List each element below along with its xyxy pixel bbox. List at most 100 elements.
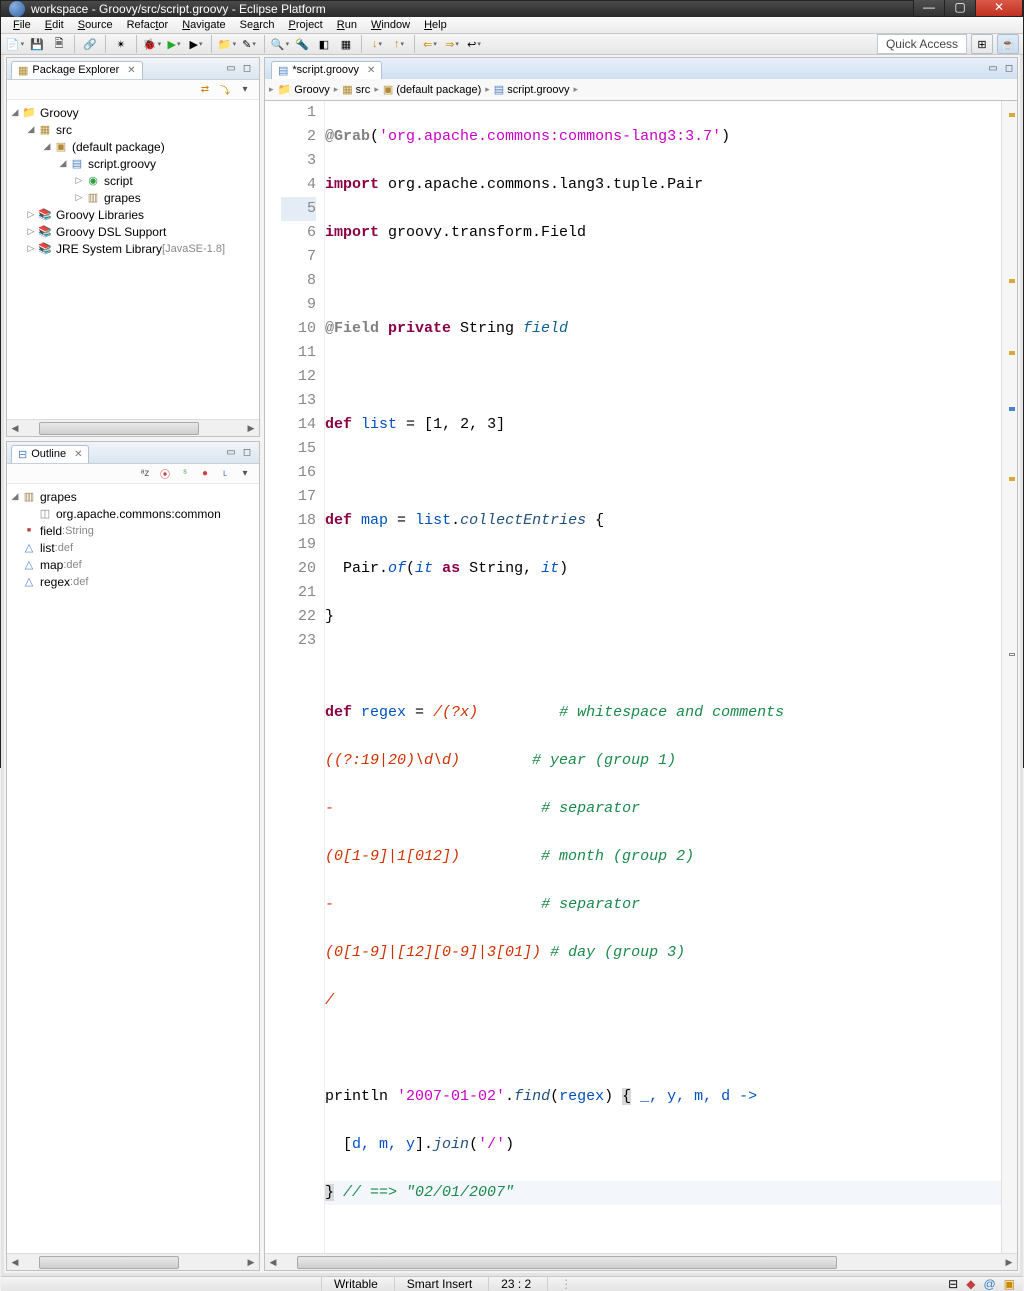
next-annotation-button[interactable]: ↓ bbox=[367, 34, 387, 54]
new-package-button[interactable]: 📁 bbox=[217, 34, 237, 54]
new-class-button[interactable]: ✎ bbox=[239, 34, 259, 54]
run-button[interactable]: ▶ bbox=[164, 34, 184, 54]
hide-fields-button[interactable]: ⦿ bbox=[157, 466, 173, 482]
maximize-view-button[interactable]: ◻ bbox=[239, 61, 255, 77]
variable-icon: △ bbox=[21, 558, 37, 572]
sort-button[interactable]: ᵃz bbox=[137, 466, 153, 482]
editor-horizontal-scrollbar[interactable]: ◀▶ bbox=[265, 1253, 1017, 1270]
tree-grapes[interactable]: grapes bbox=[104, 191, 141, 205]
library-icon: 📚 bbox=[37, 242, 53, 256]
breadcrumb-bar[interactable]: ▸ 📁Groovy ▸ ▦src ▸ ▣(default package) ▸ … bbox=[264, 79, 1018, 101]
java-perspective-button[interactable]: ☕ bbox=[997, 34, 1019, 54]
bc-file[interactable]: ▤script.groovy bbox=[492, 83, 572, 96]
link-editor-button[interactable]: ⤵ bbox=[217, 82, 233, 98]
package-explorer-tree[interactable]: ◢📁Groovy ◢▦src ◢▣(default package) ◢▤scr… bbox=[7, 100, 259, 419]
search-button[interactable]: 🔦 bbox=[292, 34, 312, 54]
horizontal-scrollbar[interactable]: ◀▶ bbox=[7, 419, 259, 436]
menu-file[interactable]: File bbox=[7, 17, 37, 33]
collapse-all-button[interactable]: ⇄ bbox=[197, 82, 213, 98]
menu-help[interactable]: Help bbox=[418, 17, 453, 33]
status-icon[interactable]: ⊟ bbox=[948, 1277, 958, 1291]
outline-grapes[interactable]: grapes bbox=[40, 490, 77, 504]
menu-edit[interactable]: Edit bbox=[39, 17, 70, 33]
menu-search[interactable]: Search bbox=[234, 17, 281, 33]
skip-breakpoints-button[interactable]: ✴ bbox=[111, 34, 131, 54]
open-type-button[interactable]: 🔍 bbox=[270, 34, 290, 54]
tree-groovy-libs[interactable]: Groovy Libraries bbox=[56, 208, 144, 222]
code-editor[interactable]: 1234 5678 9101112 13141516 17181920 2122… bbox=[265, 101, 1017, 1253]
outline-map-type: def bbox=[66, 559, 81, 571]
forward-button[interactable]: ⇒ bbox=[442, 34, 462, 54]
code-text[interactable]: @Grab('org.apache.commons:commons-lang3:… bbox=[325, 101, 1001, 1253]
tree-src[interactable]: src bbox=[56, 123, 72, 137]
status-insert-mode: Smart Insert bbox=[394, 1277, 488, 1291]
close-icon[interactable]: ✕ bbox=[74, 449, 82, 460]
overview-ruler[interactable] bbox=[1001, 101, 1017, 1253]
save-all-button[interactable]: 🗎 bbox=[49, 34, 69, 54]
menu-run[interactable]: Run bbox=[331, 17, 363, 33]
outline-regex-type: def bbox=[73, 576, 88, 588]
tree-project[interactable]: Groovy bbox=[40, 106, 79, 120]
toggle-mark-button[interactable]: ◧ bbox=[314, 34, 334, 54]
outline-field[interactable]: field bbox=[40, 524, 62, 538]
outline-label: Outline bbox=[31, 448, 66, 460]
horizontal-scrollbar[interactable]: ◀▶ bbox=[7, 1253, 259, 1270]
outline-regex[interactable]: regex bbox=[40, 575, 70, 589]
outline-tree[interactable]: ◢▥grapes ◫org.apache.commons:common ■fie… bbox=[7, 484, 259, 1253]
open-perspective-button[interactable]: ⊞ bbox=[971, 34, 993, 54]
outline-list[interactable]: list bbox=[40, 541, 55, 555]
package-icon: ▦ bbox=[18, 64, 28, 77]
status-icon[interactable]: ◆ bbox=[966, 1277, 975, 1291]
bc-src[interactable]: ▦src bbox=[340, 83, 372, 96]
line-number-gutter[interactable]: 1234 5678 9101112 13141516 17181920 2122… bbox=[281, 101, 325, 1253]
close-icon[interactable]: ✕ bbox=[127, 65, 135, 76]
maximize-button[interactable]: ▢ bbox=[944, 0, 976, 17]
run-last-button[interactable]: ▶ bbox=[186, 34, 206, 54]
tree-script-class[interactable]: script bbox=[104, 174, 133, 188]
minimize-editor-button[interactable]: ▭ bbox=[985, 61, 1001, 77]
package-explorer-tab[interactable]: ▦ Package Explorer ✕ bbox=[11, 61, 143, 79]
tree-jre[interactable]: JRE System Library bbox=[56, 242, 162, 256]
close-button[interactable]: ✕ bbox=[975, 0, 1023, 17]
menu-project[interactable]: Project bbox=[283, 17, 329, 33]
debug-button[interactable]: 🐞 bbox=[142, 34, 162, 54]
hide-local-button[interactable]: ʟ bbox=[217, 466, 233, 482]
outline-view: ⊟ Outline ✕ ▭ ◻ ᵃz ⦿ ˢ ● ʟ ▾ ◢▥grapes ◫o… bbox=[6, 441, 260, 1271]
bc-package[interactable]: ▣(default package) bbox=[381, 83, 483, 96]
new-button[interactable]: 📄 bbox=[5, 34, 25, 54]
tree-groovy-dsl[interactable]: Groovy DSL Support bbox=[56, 225, 166, 239]
menu-window[interactable]: Window bbox=[365, 17, 416, 33]
minimize-button[interactable]: — bbox=[913, 0, 945, 17]
prev-annotation-button[interactable]: ↑ bbox=[389, 34, 409, 54]
tree-script-file[interactable]: script.groovy bbox=[88, 157, 156, 171]
close-icon[interactable]: ✕ bbox=[367, 65, 375, 76]
menu-refactor[interactable]: Refactor bbox=[121, 17, 175, 33]
marker-strip[interactable] bbox=[265, 101, 281, 1253]
editor-tab[interactable]: ▤ *script.groovy ✕ bbox=[271, 61, 382, 79]
minimize-view-button[interactable]: ▭ bbox=[223, 61, 239, 77]
tree-default-package[interactable]: (default package) bbox=[72, 140, 165, 154]
bc-project[interactable]: 📁Groovy bbox=[276, 83, 332, 96]
outline-map[interactable]: map bbox=[40, 558, 63, 572]
view-menu-button[interactable]: ▾ bbox=[237, 466, 253, 482]
hide-nonpublic-button[interactable]: ● bbox=[197, 466, 213, 482]
app-icon bbox=[9, 1, 25, 17]
minimize-view-button[interactable]: ▭ bbox=[223, 445, 239, 461]
maximize-view-button[interactable]: ◻ bbox=[239, 445, 255, 461]
view-menu-button[interactable]: ▾ bbox=[237, 82, 253, 98]
menu-source[interactable]: Source bbox=[72, 17, 119, 33]
outline-tab[interactable]: ⊟ Outline ✕ bbox=[11, 445, 89, 463]
save-button[interactable]: 💾 bbox=[27, 34, 47, 54]
menu-navigate[interactable]: Navigate bbox=[176, 17, 231, 33]
status-icon[interactable]: @ bbox=[983, 1277, 995, 1291]
status-writable: Writable bbox=[321, 1277, 394, 1291]
maximize-editor-button[interactable]: ◻ bbox=[1001, 61, 1017, 77]
back-button[interactable]: ⇐ bbox=[420, 34, 440, 54]
status-icon[interactable]: ▣ bbox=[1004, 1277, 1015, 1291]
quick-access-input[interactable]: Quick Access bbox=[877, 34, 967, 54]
outline-grapes-child[interactable]: org.apache.commons:common bbox=[56, 507, 221, 521]
annotate-button[interactable]: ▦ bbox=[336, 34, 356, 54]
last-edit-button[interactable]: ↩ bbox=[464, 34, 484, 54]
toggle-breadcrumb-button[interactable]: 🔗 bbox=[80, 34, 100, 54]
hide-static-button[interactable]: ˢ bbox=[177, 466, 193, 482]
